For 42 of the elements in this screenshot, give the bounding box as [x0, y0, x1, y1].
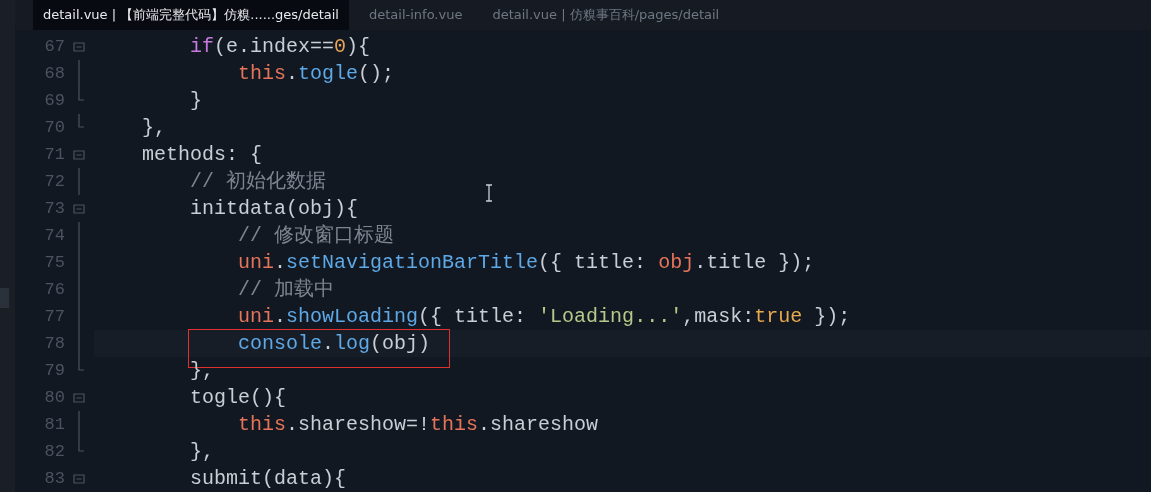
- code-line: this.shareshow=!this.shareshow: [237, 412, 599, 438]
- line-number: 75: [43, 251, 65, 274]
- code-line: },: [189, 439, 215, 465]
- line-number: 68: [43, 62, 65, 85]
- fold-toggle-icon[interactable]: [73, 203, 85, 214]
- code-line: // 加载中: [237, 277, 335, 303]
- code-line: uni.showLoading({ title: 'Loading...',mask:true });: [237, 304, 851, 330]
- line-number: 67: [43, 35, 65, 58]
- line-number: 82: [43, 440, 65, 463]
- editor-tab[interactable]: detail-info.vue: [359, 0, 473, 30]
- line-number: 70: [43, 116, 65, 139]
- code-line: // 修改窗口标题: [237, 223, 395, 249]
- line-number: 80: [43, 386, 65, 409]
- line-number: 71: [43, 143, 65, 166]
- code-line: },: [141, 115, 166, 141]
- line-number: 76: [43, 278, 65, 301]
- code-line: }: [189, 88, 203, 114]
- line-number: 69: [43, 89, 65, 112]
- line-number: 73: [43, 197, 65, 220]
- editor-tab[interactable]: detail.vue | 【前端完整代码】仿糗......ges/detail: [33, 0, 349, 30]
- line-number: 72: [43, 170, 65, 193]
- fold-toggle-icon[interactable]: [73, 149, 85, 160]
- code-line: if(e.index==0){: [189, 34, 371, 60]
- line-number: 74: [43, 224, 65, 247]
- line-number: 78: [43, 332, 65, 355]
- line-number: 77: [43, 305, 65, 328]
- code-line: // 初始化数据: [189, 169, 327, 195]
- code-line: uni.setNavigationBarTitle({ title: obj.title });: [237, 250, 815, 276]
- fold-toggle-icon[interactable]: [73, 392, 85, 403]
- text-cursor-icon: [484, 184, 494, 202]
- fold-toggle-icon[interactable]: [73, 41, 85, 52]
- code-line: methods: {: [141, 142, 263, 168]
- fold-toggle-icon[interactable]: [73, 473, 85, 484]
- line-number: 81: [43, 413, 65, 436]
- code-line: console.log(obj): [237, 331, 431, 357]
- code-line: togle(){: [189, 385, 287, 411]
- editor-tab[interactable]: detail.vue | 仿糗事百科/pages/detail: [482, 0, 730, 30]
- line-number: 79: [43, 359, 65, 382]
- code-line: this.togle();: [237, 61, 395, 87]
- code-line: submit(data){: [189, 466, 347, 492]
- line-number: 83: [43, 467, 65, 490]
- code-line: initdata(obj){: [189, 196, 359, 222]
